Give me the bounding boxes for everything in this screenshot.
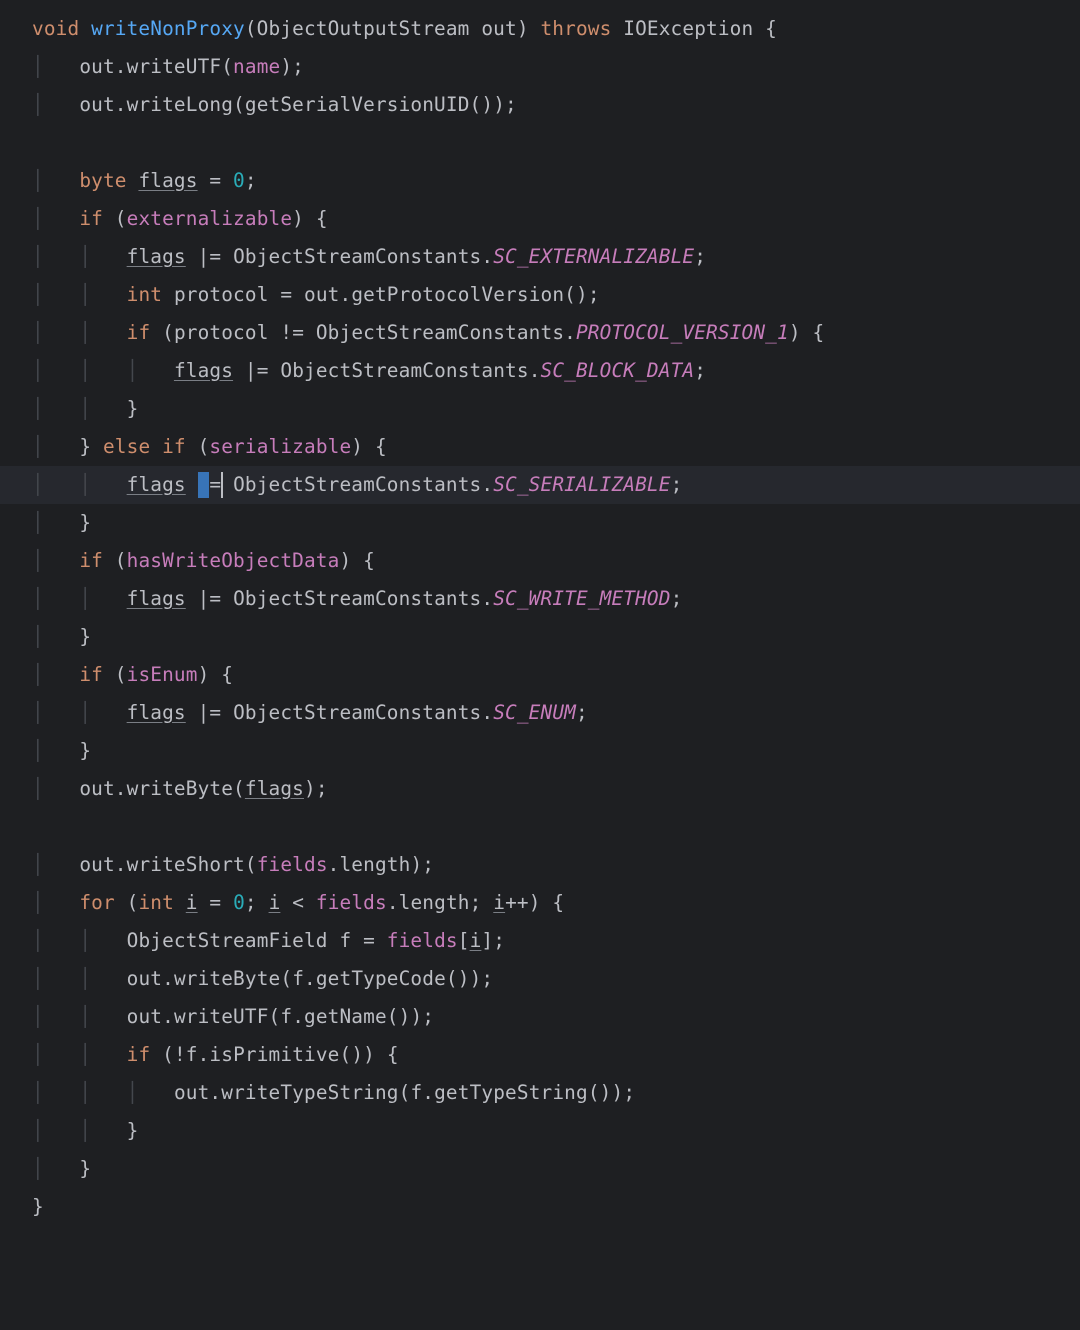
code-content[interactable]: void writeNonProxy(ObjectOutputStream ou… xyxy=(0,0,1080,1226)
code-editor[interactable]: void writeNonProxy(ObjectOutputStream ou… xyxy=(0,0,1080,1226)
text-caret xyxy=(221,472,223,498)
text-selection xyxy=(198,472,210,498)
